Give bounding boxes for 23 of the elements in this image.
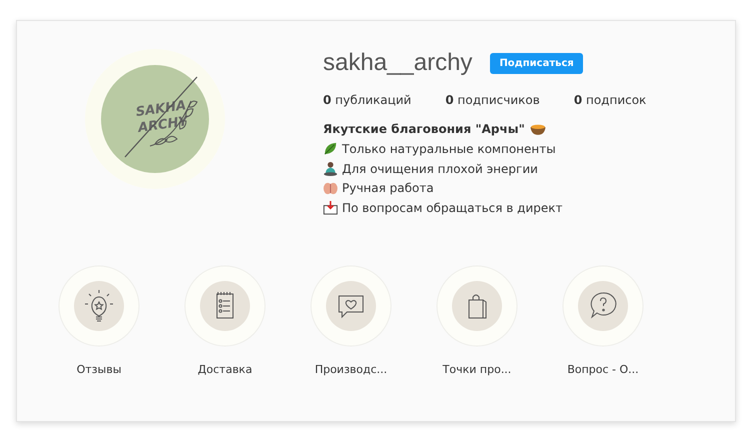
highlight-cover[interactable] bbox=[562, 265, 644, 347]
highlight-label[interactable]: Отзывы bbox=[76, 363, 122, 376]
highlight-label[interactable]: Точки про... bbox=[442, 363, 512, 376]
bio-text: Якутские благовония "Арчы" bbox=[323, 122, 525, 136]
brain-icon bbox=[323, 182, 338, 194]
username: sakha__archy bbox=[323, 49, 472, 77]
highlight-label[interactable]: Доставка bbox=[198, 363, 252, 376]
stat-text[interactable]: 0 подписок bbox=[574, 93, 646, 107]
leaf-icon bbox=[323, 141, 338, 156]
highlight-cover[interactable] bbox=[58, 265, 140, 347]
stat-text[interactable]: 0 публикаций bbox=[323, 93, 412, 107]
inbox-icon bbox=[323, 200, 338, 215]
stat-text[interactable]: 0 подписчиков bbox=[445, 93, 540, 107]
highlight-cover[interactable] bbox=[310, 265, 392, 347]
bio-text: Для очищения плохой энергии bbox=[342, 162, 538, 176]
highlight-cover[interactable] bbox=[184, 265, 266, 347]
highlight-label[interactable]: Производс... bbox=[314, 363, 388, 376]
highlight-cover[interactable] bbox=[436, 265, 518, 347]
bio-text: Только натуральные компоненты bbox=[342, 142, 556, 156]
bio-text: Ручная работа bbox=[342, 181, 434, 195]
highlight-label[interactable]: Вопрос - О... bbox=[567, 363, 639, 376]
figure-icon bbox=[323, 161, 338, 176]
bio-text: По вопросам обращаться в директ bbox=[342, 200, 562, 214]
